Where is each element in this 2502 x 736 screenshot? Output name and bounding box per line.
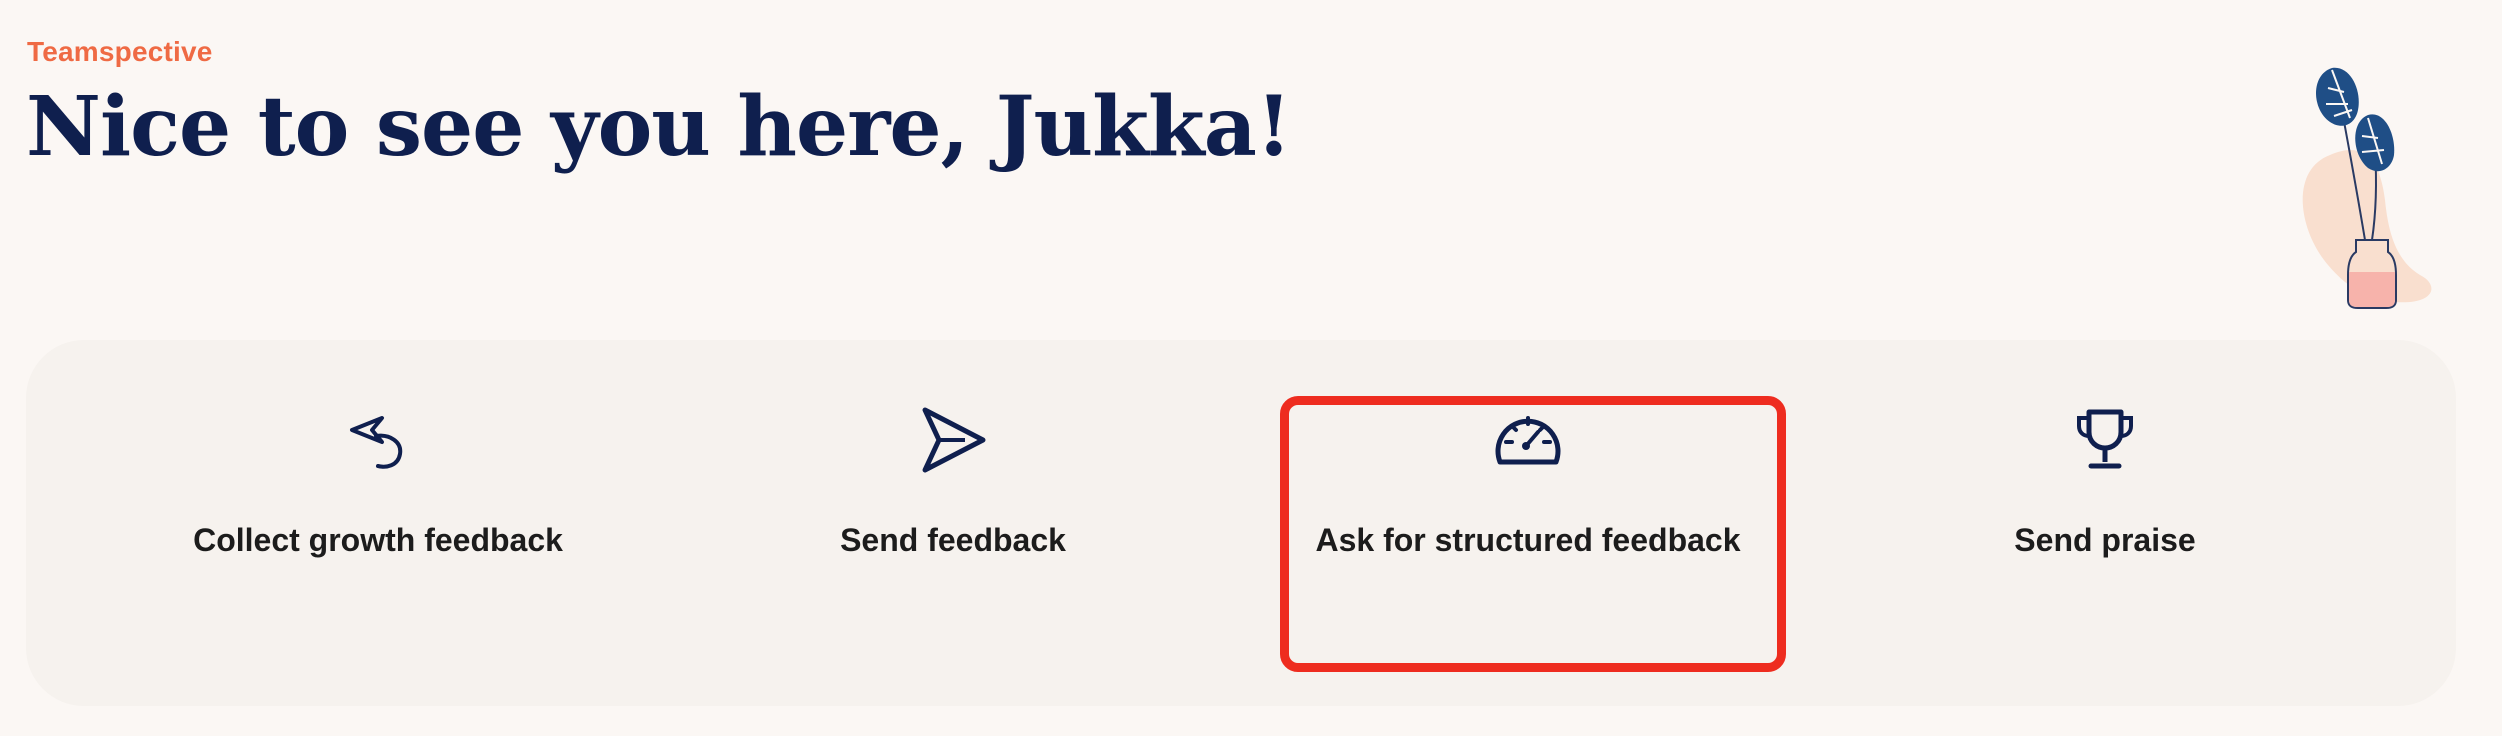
plant-vase-illustration (2302, 67, 2432, 309)
action-label: Send feedback (840, 522, 1066, 558)
action-label: Collect growth feedback (193, 522, 563, 558)
trophy-icon (2077, 409, 2133, 469)
reply-arrow-icon (350, 416, 403, 469)
brand-name: Teamspective (27, 36, 213, 67)
send-praise-button[interactable]: Send praise (1855, 400, 2355, 610)
send-plane-icon (922, 407, 986, 473)
action-label: Ask for structured feedback (1315, 522, 1741, 558)
ask-structured-feedback-button[interactable]: Ask for structured feedback (1278, 400, 1778, 610)
collect-growth-feedback-button[interactable]: Collect growth feedback (128, 400, 628, 610)
send-feedback-button[interactable]: Send feedback (703, 400, 1203, 610)
action-label: Send praise (2014, 522, 2196, 558)
page-title: Nice to see you here, Jukka! (26, 79, 1292, 175)
gauge-icon (1495, 416, 1561, 465)
quick-actions-panel: Collect growth feedback Send feedback As… (26, 340, 2456, 706)
